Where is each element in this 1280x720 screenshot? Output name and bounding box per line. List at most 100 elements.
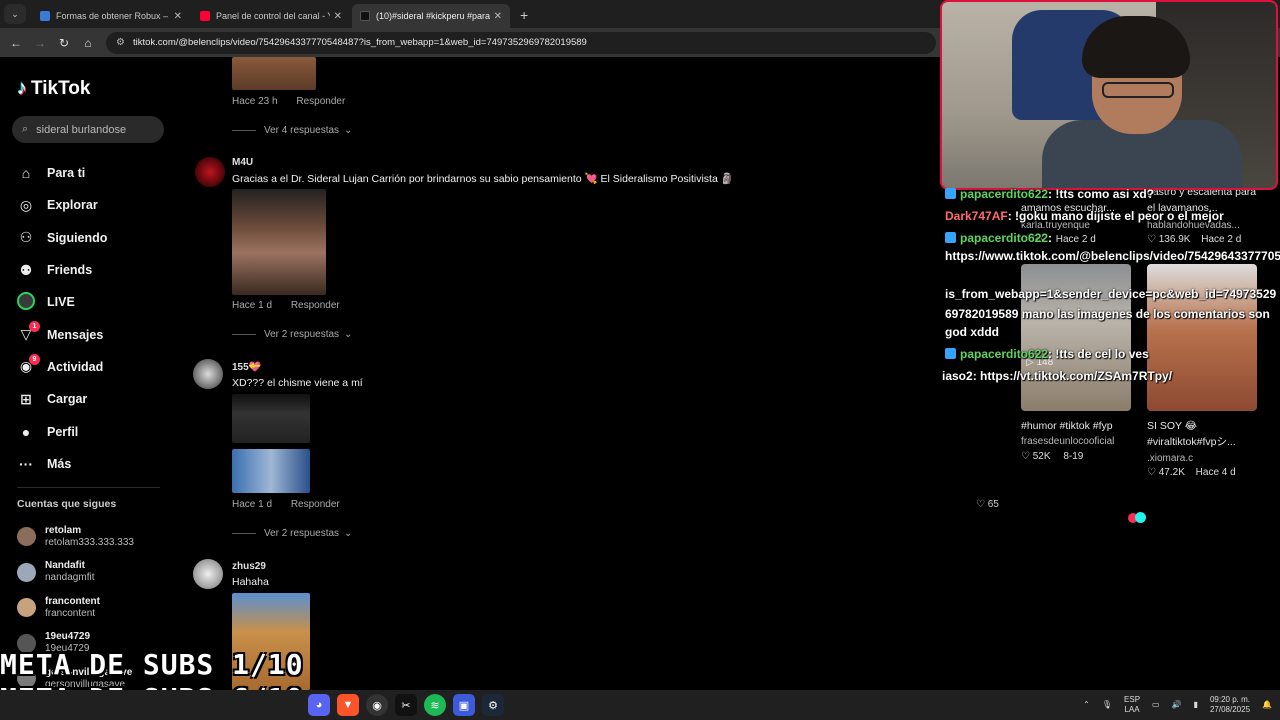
sidebar-item-mensajes[interactable]: ▽ 1 Mensajes <box>17 318 167 350</box>
tiktok-logo[interactable]: ♪ TikTok <box>17 77 90 100</box>
forward-icon[interactable]: → <box>28 36 52 50</box>
close-icon[interactable]: ✕ <box>494 11 502 22</box>
reply-button[interactable]: Responder <box>291 300 340 311</box>
language-indicator[interactable]: ESP LAA <box>1124 695 1140 715</box>
sidebar-item-ms[interactable]: ··· Más <box>17 448 167 480</box>
chat-text: : !tts como asi xd? <box>1048 187 1155 201</box>
tiktok-favicon-icon <box>360 11 370 21</box>
sidebar-item-explorar[interactable]: ◎ Explorar <box>17 189 167 221</box>
obs-icon[interactable]: ◉ <box>366 694 388 716</box>
sidebar-item-label: Actividad <box>47 359 104 374</box>
tiktok-note-icon: ♪ <box>17 77 27 99</box>
home-icon[interactable]: ⌂ <box>76 36 100 50</box>
chat-username: Dark747AF <box>945 209 1008 223</box>
chat-message: papacerdito622: <box>945 230 1052 246</box>
following-account[interactable]: retolam retolam333.333.333 <box>17 519 177 555</box>
search-input[interactable]: ⌕ sideral burlandose <box>12 116 164 143</box>
notification-icon[interactable]: 🔔 <box>1262 700 1272 710</box>
brave-icon[interactable]: ▼ <box>337 694 359 716</box>
friends-icon: ⚉ <box>19 261 33 278</box>
sidebar-item-perfil[interactable]: ● Perfil <box>17 415 167 447</box>
battery-icon[interactable]: ▮ <box>1194 700 1198 710</box>
microphone-icon[interactable]: 🎙 <box>1102 700 1112 710</box>
sidebar-item-label: LIVE <box>47 295 75 310</box>
comment-username[interactable]: zhus29 <box>232 561 266 572</box>
chat-message: god xddd <box>945 324 999 340</box>
comment-text: XD??? el chisme viene a mí <box>232 377 363 389</box>
tab-search-button[interactable]: ⌄ <box>4 4 26 24</box>
steam-icon[interactable]: ⚙ <box>482 694 504 716</box>
reload-icon[interactable]: ↻ <box>52 36 76 50</box>
video-author[interactable]: frasesdeunlocooficial <box>1021 436 1114 447</box>
avatar <box>17 598 36 618</box>
comment-meta: Hace 1 d Responder <box>232 499 340 510</box>
sidebar-item-siguiendo[interactable]: ⚇ Siguiendo <box>17 222 167 254</box>
upload-icon: ⊞ <box>20 390 32 407</box>
account-name: francontent <box>45 595 100 607</box>
windows-taskbar: ◕ ▼ ◉ ✂ ≋ ▣ ⚙ ⌃ 🎙 ESP LAA ▭ 🔊 ▮ 09:20 p.… <box>0 690 1280 720</box>
video-stats: ♡ 136.9K Hace 2 d <box>1147 234 1242 245</box>
sidebar-item-cargar[interactable]: ⊞ Cargar <box>17 383 167 415</box>
comment-image[interactable] <box>232 57 316 90</box>
avatar[interactable] <box>193 359 223 389</box>
view-replies-button[interactable]: Ver 2 respuestas ⌄ <box>232 329 352 340</box>
roblox-favicon-icon <box>40 11 50 21</box>
sidebar-item-label: Friends <box>47 263 93 278</box>
chat-badge-icon <box>945 188 956 199</box>
view-replies-button[interactable]: Ver 2 respuestas ⌄ <box>232 528 352 539</box>
close-icon[interactable]: ✕ <box>334 11 342 22</box>
sidebar-item-friends[interactable]: ⚉ Friends <box>17 254 167 286</box>
new-tab-button[interactable]: + <box>520 7 528 23</box>
app-icon[interactable]: ▣ <box>453 694 475 716</box>
chevron-down-icon: ⌄ <box>344 528 353 539</box>
account-names: Nandafit nandagmfit <box>45 560 94 584</box>
site-info-icon[interactable]: ⚙ <box>116 37 125 48</box>
chat-text: : !goku mano dijiste el peor o el mejor <box>1007 209 1224 223</box>
sidebar-item-parati[interactable]: ⌂ Para ti <box>17 157 167 189</box>
discord-icon[interactable]: ◕ <box>308 694 330 716</box>
avatar[interactable] <box>193 559 223 589</box>
capcut-icon[interactable]: ✂ <box>395 694 417 716</box>
view-replies-button[interactable]: Ver 4 respuestas ⌄ <box>232 125 352 136</box>
browser-tab-active[interactable]: (10)#sideral #kickperu #parati ✕ <box>352 4 510 28</box>
video-author[interactable]: .xiomara.c <box>1147 453 1193 464</box>
back-icon[interactable]: ← <box>4 36 28 50</box>
sidebar-item-actividad[interactable]: ◉ 9 Actividad <box>17 351 167 383</box>
sidebar-item-label: Perfil <box>47 424 79 439</box>
network-icon[interactable]: ▭ <box>1152 700 1160 710</box>
reply-button[interactable]: Responder <box>291 499 340 510</box>
chat-text: : !tts de cel lo ves <box>1048 347 1149 361</box>
url-field[interactable]: ⚙ tiktok.com/@belenclips/video/754296433… <box>106 31 936 54</box>
following-account[interactable]: francontent francontent <box>17 590 177 626</box>
comment-image[interactable] <box>232 189 326 295</box>
comment-username[interactable]: 155💝 <box>232 362 261 373</box>
spotify-icon[interactable]: ≋ <box>424 694 446 716</box>
comment-text: Gracias a el Dr. Sideral Lujan Carrión p… <box>232 173 734 185</box>
account-names: retolam retolam333.333.333 <box>45 525 134 549</box>
chat-text: : <box>1048 231 1053 245</box>
comment-image[interactable] <box>232 449 310 493</box>
volume-icon[interactable]: 🔊 <box>1172 700 1182 710</box>
video-like-count[interactable]: ♡ 65 <box>976 499 999 510</box>
following-account[interactable]: Nandafit nandagmfit <box>17 555 177 591</box>
comment-username[interactable]: M4U <box>232 157 253 168</box>
close-icon[interactable]: ✕ <box>174 11 182 22</box>
chat-text: is_from_webapp=1&sender_device=pc&web_id… <box>945 287 1277 301</box>
following-icon: ⚇ <box>19 229 33 246</box>
video-title: #humor #tiktok #fyp <box>1021 420 1113 432</box>
chat-username: papacerdito622 <box>960 231 1049 245</box>
reply-button[interactable]: Responder <box>296 96 345 107</box>
sidebar-item-live[interactable]: LIVE <box>17 286 167 318</box>
search-icon: ⌕ <box>22 123 29 135</box>
clock[interactable]: 09:20 p. m. 27/08/2025 <box>1210 695 1250 715</box>
account-name: 19eu4729 <box>45 631 91 643</box>
browser-tab[interactable]: Formas de obtener Robux – Ro ✕ <box>32 4 190 28</box>
avatar[interactable] <box>195 157 225 187</box>
account-handle: retolam333.333.333 <box>45 536 134 548</box>
chat-message: papacerdito622: !tts de cel lo ves <box>945 346 1149 362</box>
chat-username: papacerdito622 <box>960 347 1049 361</box>
browser-tab[interactable]: Panel de control del canal - You ✕ <box>192 4 350 28</box>
chevron-down-icon: ⌄ <box>344 329 353 340</box>
chevron-up-icon[interactable]: ⌃ <box>1083 700 1090 710</box>
comment-image[interactable] <box>232 394 310 443</box>
